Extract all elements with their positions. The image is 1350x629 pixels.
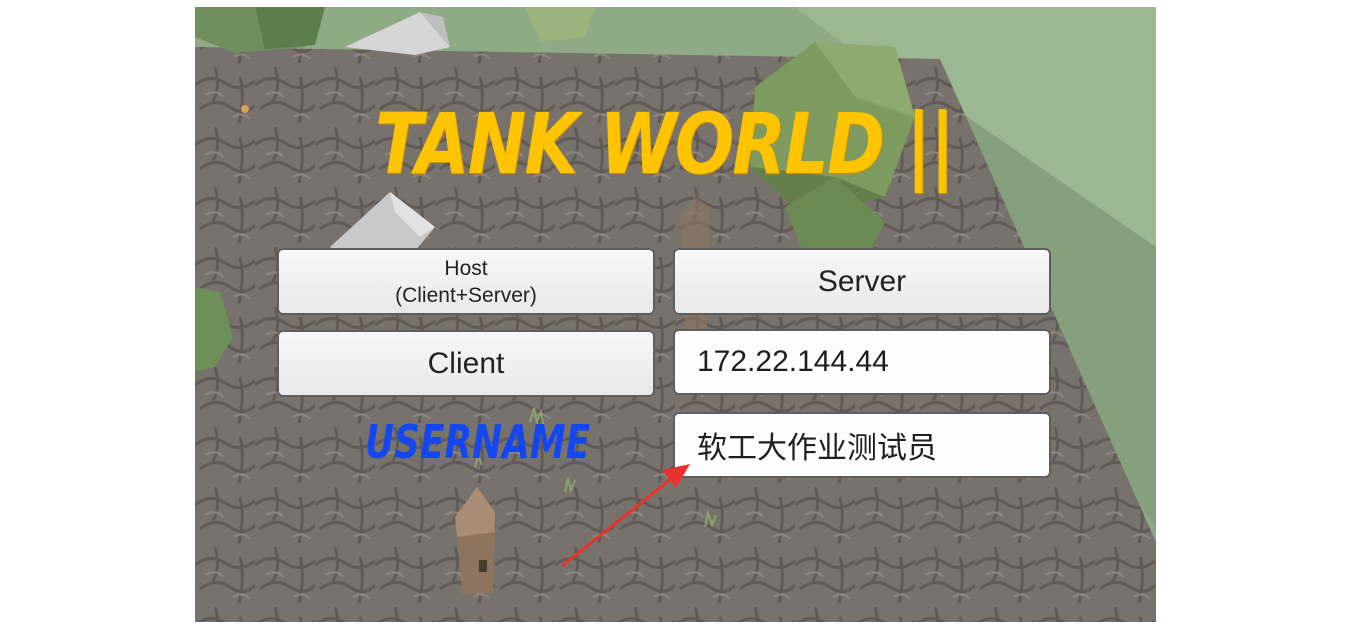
server-address-input[interactable]: 172.22.144.44 (673, 329, 1051, 395)
game-viewport: TANK WORLD || Host (Client+Server) Serve… (195, 7, 1156, 622)
host-button-label-line2: (Client+Server) (395, 283, 537, 307)
username-value: 软工大作业测试员 (697, 431, 937, 466)
username-label: USERNAME (365, 415, 591, 469)
server-button-label: Server (817, 264, 907, 298)
client-button-label: Client (427, 346, 505, 380)
game-title: TANK WORLD || (375, 95, 955, 193)
title-suffix: || (905, 95, 955, 193)
server-address-value: 172.22.144.44 (697, 345, 889, 378)
username-input[interactable]: 软工大作业测试员 (673, 412, 1051, 478)
title-text: TANK WORLD (375, 95, 885, 193)
client-button[interactable]: Client (277, 330, 655, 397)
host-button[interactable]: Host (Client+Server) (277, 248, 655, 315)
server-button[interactable]: Server (673, 248, 1051, 315)
host-button-label-line1: Host (444, 256, 488, 280)
